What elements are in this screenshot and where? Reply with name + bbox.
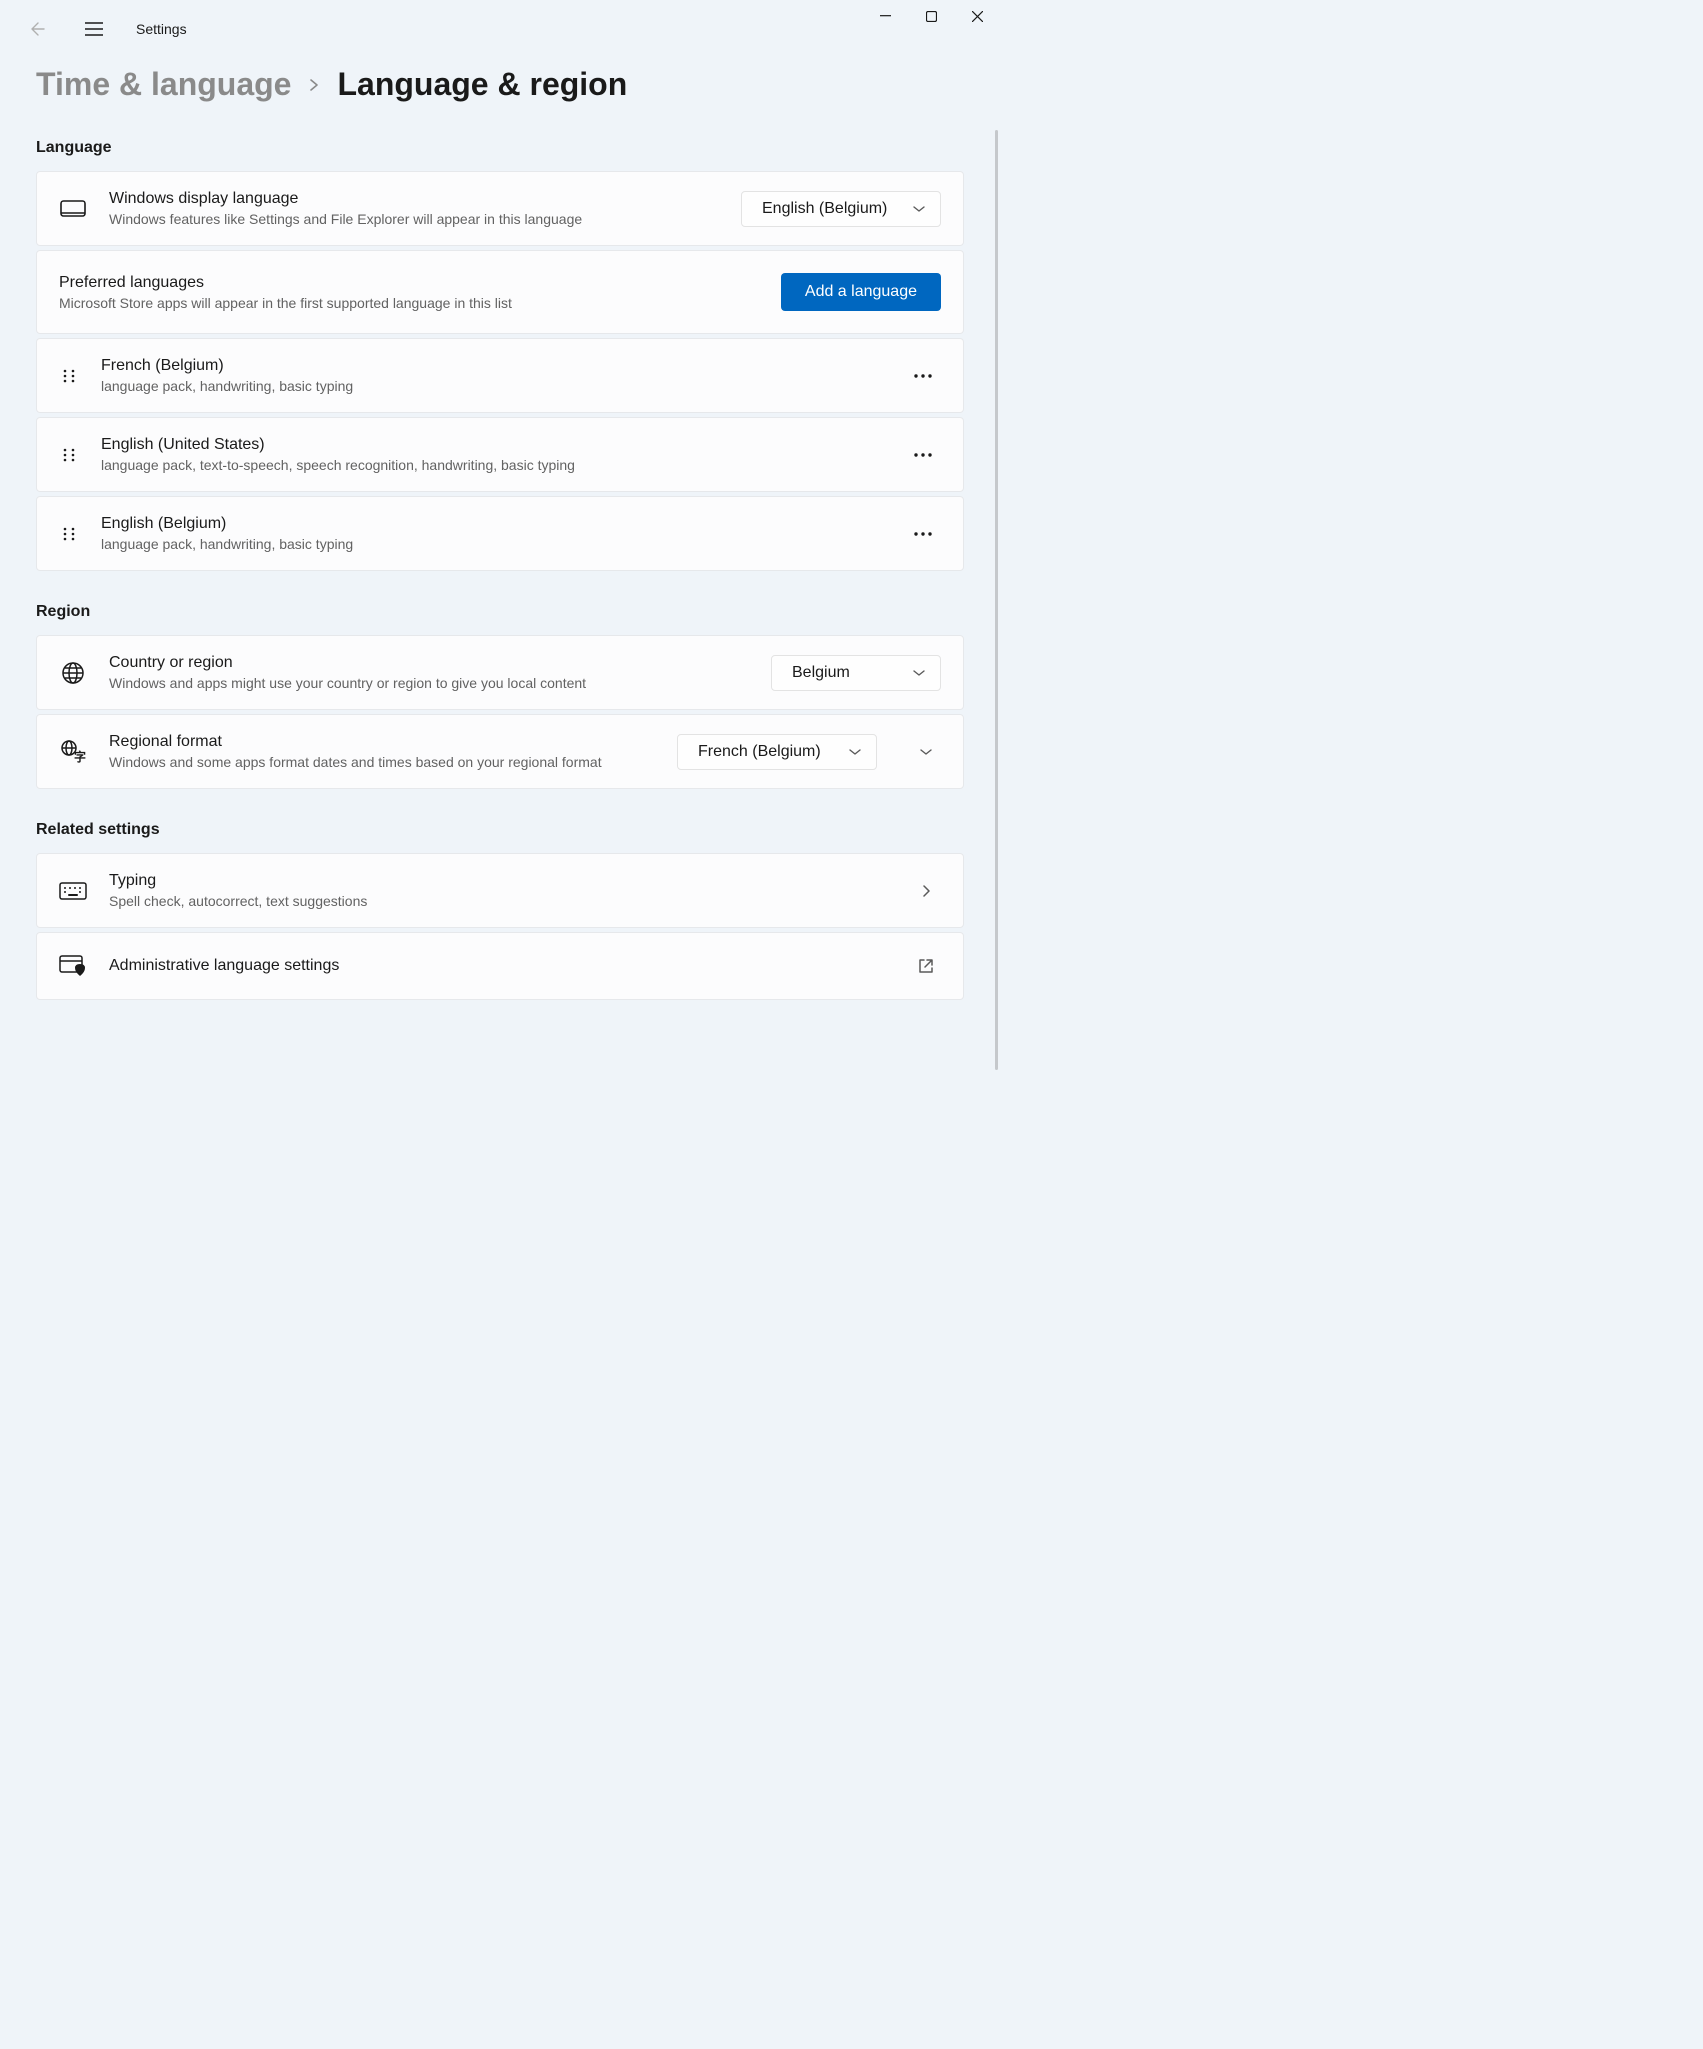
chevron-down-icon (912, 205, 926, 213)
admin-language-title: Administrative language settings (109, 957, 889, 975)
display-icon (59, 195, 87, 223)
chevron-right-icon (309, 78, 319, 92)
svg-text:字: 字 (74, 749, 86, 764)
language-item[interactable]: English (United States) language pack, t… (36, 417, 964, 492)
display-language-subtitle: Windows features like Settings and File … (109, 211, 719, 227)
preferred-languages-title: Preferred languages (59, 274, 759, 292)
typing-card[interactable]: Typing Spell check, autocorrect, text su… (36, 853, 964, 928)
country-region-title: Country or region (109, 654, 749, 672)
breadcrumb-current: Language & region (337, 66, 627, 103)
display-language-card: Windows display language Windows feature… (36, 171, 964, 246)
keyboard-icon (59, 877, 87, 905)
regional-format-dropdown[interactable]: French (Belgium) (677, 734, 877, 770)
language-name: English (United States) (101, 436, 883, 454)
language-item[interactable]: English (Belgium) language pack, handwri… (36, 496, 964, 571)
section-header-region: Region (36, 603, 964, 621)
typing-title: Typing (109, 872, 889, 890)
display-language-title: Windows display language (109, 190, 719, 208)
back-button[interactable] (16, 9, 56, 49)
globe-icon (59, 659, 87, 687)
regional-format-icon: 字 (59, 738, 87, 766)
language-name: French (Belgium) (101, 357, 883, 375)
language-features: language pack, handwriting, basic typing (101, 378, 883, 394)
country-region-card: Country or region Windows and apps might… (36, 635, 964, 710)
breadcrumb-parent[interactable]: Time & language (36, 66, 291, 103)
drag-handle-icon[interactable] (59, 445, 79, 465)
preferred-languages-card: Preferred languages Microsoft Store apps… (36, 250, 964, 334)
admin-language-card[interactable]: Administrative language settings (36, 932, 964, 1000)
drag-handle-icon[interactable] (59, 524, 79, 544)
external-link-icon (911, 951, 941, 981)
app-title: Settings (136, 21, 187, 37)
language-name: English (Belgium) (101, 515, 883, 533)
admin-language-icon (59, 952, 87, 980)
expand-button[interactable] (911, 737, 941, 767)
regional-format-title: Regional format (109, 733, 655, 751)
chevron-down-icon (912, 669, 926, 677)
chevron-right-icon (911, 876, 941, 906)
add-language-button[interactable]: Add a language (781, 273, 941, 311)
country-region-dropdown[interactable]: Belgium (771, 655, 941, 691)
regional-format-card: 字 Regional format Windows and some apps … (36, 714, 964, 789)
regional-format-subtitle: Windows and some apps format dates and t… (109, 754, 655, 770)
language-features: language pack, handwriting, basic typing (101, 536, 883, 552)
drag-handle-icon[interactable] (59, 366, 79, 386)
section-header-language: Language (36, 139, 964, 157)
section-header-related: Related settings (36, 821, 964, 839)
more-options-button[interactable] (905, 437, 941, 473)
minimize-button[interactable] (862, 0, 908, 32)
breadcrumb: Time & language Language & region (36, 66, 964, 103)
language-item[interactable]: French (Belgium) language pack, handwrit… (36, 338, 964, 413)
close-button[interactable] (954, 0, 1000, 32)
chevron-down-icon (848, 748, 862, 756)
language-features: language pack, text-to-speech, speech re… (101, 457, 883, 473)
display-language-dropdown[interactable]: English (Belgium) (741, 191, 941, 227)
typing-subtitle: Spell check, autocorrect, text suggestio… (109, 893, 889, 909)
country-region-subtitle: Windows and apps might use your country … (109, 675, 749, 691)
maximize-button[interactable] (908, 0, 954, 32)
preferred-languages-subtitle: Microsoft Store apps will appear in the … (59, 295, 759, 311)
more-options-button[interactable] (905, 516, 941, 552)
more-options-button[interactable] (905, 358, 941, 394)
scrollbar[interactable] (995, 130, 998, 1070)
hamburger-menu-button[interactable] (74, 9, 114, 49)
